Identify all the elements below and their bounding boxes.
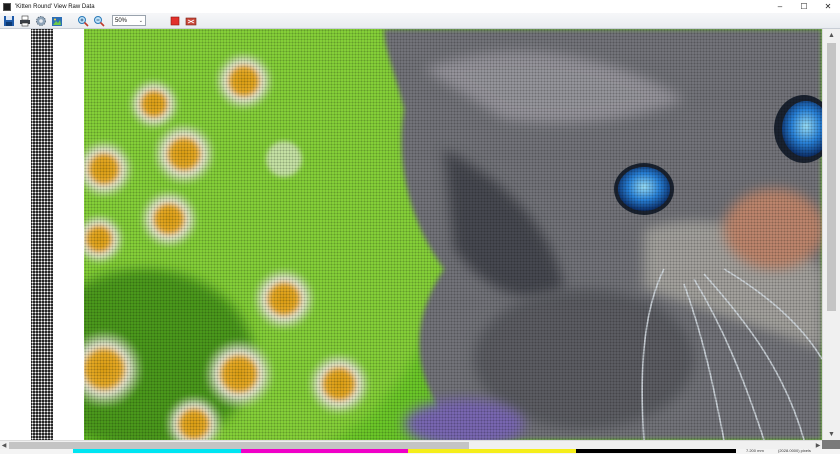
horizontal-scrollbar[interactable]: ◀ ▶ bbox=[0, 440, 822, 449]
status-size: 7.200 mm bbox=[746, 448, 764, 453]
zoom-in-icon bbox=[78, 15, 89, 27]
zoom-out-button[interactable] bbox=[92, 14, 106, 28]
status-dimensions: (2028.0000) pixels bbox=[778, 448, 811, 453]
stop-icon bbox=[170, 16, 180, 25]
chevron-down-icon: ⌄ bbox=[138, 17, 143, 24]
vertical-scrollbar[interactable]: ▲ ▼ bbox=[822, 29, 840, 440]
export-image-button[interactable] bbox=[50, 14, 64, 28]
delete-button[interactable] bbox=[184, 14, 198, 28]
title-bar[interactable]: 'Kitten Round' View Raw Data – ☐ ✕ bbox=[0, 0, 840, 13]
preview-canvas[interactable] bbox=[0, 29, 822, 440]
scroll-down-arrow-icon[interactable]: ▼ bbox=[823, 428, 840, 440]
halftone-image[interactable] bbox=[84, 29, 822, 440]
status-bar: 7.200 mm (2028.0000) pixels bbox=[0, 448, 840, 454]
minimize-button[interactable]: – bbox=[768, 0, 792, 13]
save-icon bbox=[4, 15, 14, 26]
halftone-film-strip bbox=[31, 29, 53, 440]
window-title: 'Kitten Round' View Raw Data bbox=[15, 3, 95, 10]
save-button[interactable] bbox=[2, 14, 16, 28]
black-separation-bar[interactable] bbox=[576, 449, 736, 453]
app-icon bbox=[3, 2, 11, 11]
print-icon bbox=[20, 15, 30, 26]
scrollbar-corner bbox=[822, 440, 840, 449]
yellow-separation-bar[interactable] bbox=[408, 449, 576, 453]
delete-icon bbox=[185, 17, 197, 25]
kitten-flowers-picture bbox=[84, 29, 822, 440]
window-controls: – ☐ ✕ bbox=[768, 0, 840, 13]
stop-button[interactable] bbox=[168, 14, 182, 28]
zoom-level-value: 50% bbox=[115, 17, 128, 24]
raw-data-viewer-window: 'Kitten Round' View Raw Data – ☐ ✕ 50% ⌄… bbox=[0, 0, 840, 454]
zoom-level-select[interactable]: 50% ⌄ bbox=[112, 15, 146, 26]
close-button[interactable]: ✕ bbox=[816, 0, 840, 13]
scroll-up-arrow-icon[interactable]: ▲ bbox=[823, 29, 840, 41]
print-button[interactable] bbox=[18, 14, 32, 28]
magenta-separation-bar[interactable] bbox=[241, 449, 408, 453]
settings-gear-icon bbox=[36, 15, 46, 26]
cyan-separation-bar[interactable] bbox=[73, 449, 241, 453]
settings-button[interactable] bbox=[34, 14, 48, 28]
toolbar: 50% ⌄ bbox=[0, 13, 840, 29]
zoom-out-icon bbox=[94, 15, 105, 27]
zoom-in-button[interactable] bbox=[76, 14, 90, 28]
vertical-scroll-thumb[interactable] bbox=[827, 43, 836, 311]
maximize-button[interactable]: ☐ bbox=[792, 0, 816, 13]
export-image-icon bbox=[52, 16, 62, 26]
horizontal-scroll-thumb[interactable] bbox=[9, 442, 469, 449]
